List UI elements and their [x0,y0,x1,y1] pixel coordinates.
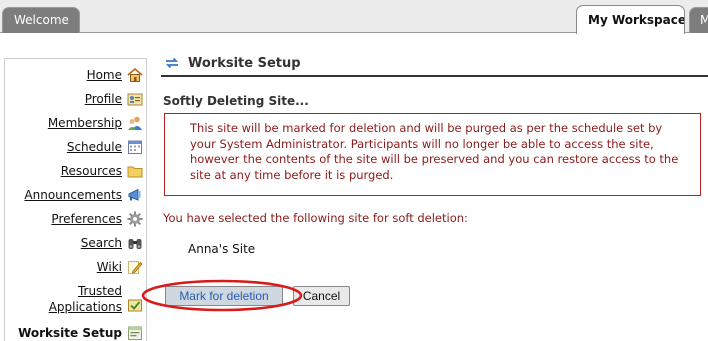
tool-menu: Home Profile Membership Schedule Resourc… [4,58,147,341]
folder-icon [127,163,143,179]
portlet-header: Worksite Setup [161,51,708,77]
tab-welcome[interactable]: Welcome [2,7,80,33]
tool-label: Home [86,68,122,82]
page-title: Softly Deleting Site... [163,94,309,108]
tool-label: Worksite Setup [18,326,122,340]
tool-label: Wiki [96,260,122,274]
tool-label: Membership [47,116,122,130]
tool-trusted-applications[interactable]: Trusted Applications [49,283,143,315]
tool-label: Announcements [24,188,122,202]
trusted-apps-icon [127,297,143,313]
cancel-button[interactable]: Cancel [293,286,350,306]
tool-wiki[interactable]: Wiki [97,259,143,275]
tool-announcements[interactable]: Announcements [24,187,143,203]
membership-icon [127,115,143,131]
home-icon [127,67,143,83]
tab-my-workspace[interactable]: My Workspace [576,5,685,34]
pencil-icon [127,259,143,275]
selected-site-name: Anna's Site [188,242,256,256]
profile-icon [127,91,143,107]
tool-label: Trusted Applications [48,284,122,314]
portlet-title: Worksite Setup [188,55,301,71]
tool-profile[interactable]: Profile [85,91,143,107]
tool-preferences[interactable]: Preferences [51,211,143,227]
binoculars-icon [127,235,143,251]
tool-label: Preferences [51,212,122,226]
worksite-setup-icon [127,325,143,341]
tool-label: Profile [84,92,122,106]
tool-search[interactable]: Search [81,235,143,251]
tab-more[interactable]: M [689,7,708,33]
tool-worksite-setup[interactable]: Worksite Setup [18,325,143,341]
tool-home[interactable]: Home [87,67,143,83]
gear-icon [127,211,143,227]
tool-schedule[interactable]: Schedule [67,139,143,155]
tab-bar: Welcome My Workspace M [0,0,708,34]
tool-label: Search [80,236,122,250]
deletion-alert: This site will be marked for deletion an… [164,113,701,196]
megaphone-icon [127,187,143,203]
tool-resources[interactable]: Resources [61,163,143,179]
reset-arrows-icon[interactable] [163,54,181,72]
tool-label: Schedule [66,140,122,154]
tool-membership[interactable]: Membership [48,115,143,131]
tool-label: Resources [60,164,122,178]
calendar-icon [127,139,143,155]
mark-for-deletion-button[interactable]: Mark for deletion [165,286,283,306]
instruction-text: You have selected the following site for… [163,211,468,225]
